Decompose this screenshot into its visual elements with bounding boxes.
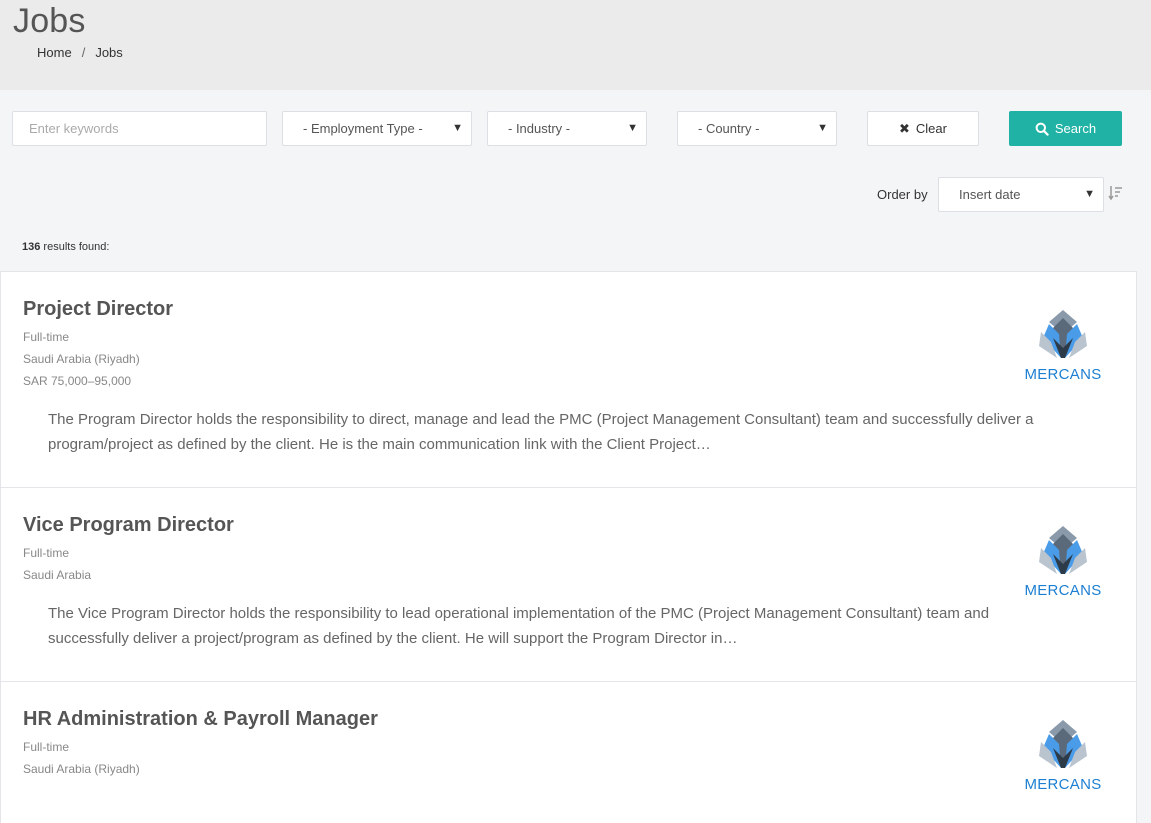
mercans-logo-icon [1039,526,1087,574]
employment-type-select[interactable]: - Employment Type - ▼ [282,111,472,146]
breadcrumb-separator: / [81,45,86,60]
job-card[interactable]: Project Director Full-time Saudi Arabia … [0,271,1137,488]
job-card[interactable]: HR Administration & Payroll Manager Full… [0,681,1137,823]
order-by-select[interactable]: Insert date ▼ [938,177,1104,212]
breadcrumb: Home / Jobs [37,45,123,60]
search-button[interactable]: Search [1009,111,1122,146]
mercans-logo-icon [1039,720,1087,768]
breadcrumb-home-link[interactable]: Home [37,45,72,60]
job-location: Saudi Arabia (Riyadh) [23,762,140,776]
job-type: Full-time [23,740,70,754]
job-title[interactable]: Project Director [23,298,173,321]
country-select[interactable]: - Country - ▼ [677,111,837,146]
mercans-logo-icon [1039,310,1087,358]
keywords-input[interactable]: Enter keywords [12,111,267,146]
search-icon [1035,122,1049,136]
employment-type-value: - Employment Type - [303,121,423,136]
job-location: Saudi Arabia (Riyadh) [23,352,140,366]
country-value: - Country - [698,121,760,136]
job-title[interactable]: HR Administration & Payroll Manager [23,708,378,731]
job-type: Full-time [23,330,70,344]
caret-down-icon: ▼ [627,122,638,134]
industry-value: - Industry - [508,121,571,136]
clear-button-label: Clear [915,121,947,136]
job-card[interactable]: Vice Program Director Full-time Saudi Ar… [0,487,1137,682]
caret-down-icon: ▼ [817,122,828,134]
company-name: MERCANS [1024,582,1102,599]
order-by-value: Insert date [959,187,1021,202]
order-by-label: Order by [877,187,928,202]
job-description: The Vice Program Director holds the resp… [48,605,990,647]
results-number: 136 [22,241,41,253]
breadcrumb-current: Jobs [95,45,123,60]
clear-button[interactable]: ✖ Clear [867,111,979,146]
job-description: The Program Director holds the responsib… [48,411,1034,453]
search-button-label: Search [1054,121,1097,136]
page-header: Jobs Home / Jobs [0,0,1151,90]
company-name: MERCANS [1024,366,1102,383]
job-title[interactable]: Vice Program Director [23,514,234,537]
company-logo: MERCANS [1021,308,1105,388]
company-logo: MERCANS [1021,718,1105,798]
sort-order-icon[interactable] [1108,185,1124,201]
caret-down-icon: ▼ [452,122,463,134]
caret-down-icon: ▼ [1084,188,1095,200]
company-name: MERCANS [1024,776,1102,793]
job-salary: SAR 75,000–95,000 [23,374,132,388]
job-type: Full-time [23,546,70,560]
industry-select[interactable]: - Industry - ▼ [487,111,647,146]
results-count: 136 results found: [22,241,109,253]
company-logo: MERCANS [1021,524,1105,604]
page-title: Jobs [13,2,86,40]
close-icon: ✖ [899,120,910,136]
results-suffix: results found: [43,241,110,253]
job-location: Saudi Arabia [23,568,92,582]
